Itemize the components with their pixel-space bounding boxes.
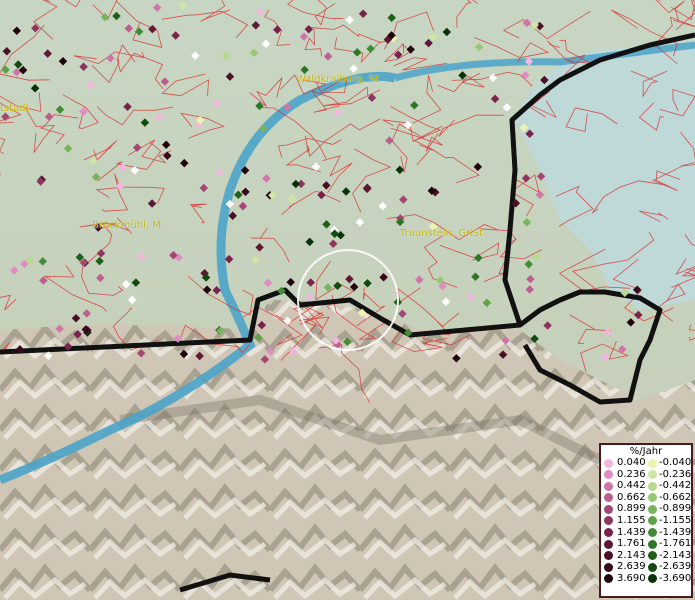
legend-row: 0.040 -0.040 — [601, 457, 691, 469]
map-legend: %/Jahr 0.040 -0.040 0.236 -0.236 0.442 -0.442… — [599, 443, 693, 598]
legend-value-negative: -1.155 — [659, 514, 692, 526]
legend-swatch-negative — [648, 539, 657, 549]
legend-swatch-negative — [648, 481, 657, 491]
legend-swatch-negative — [648, 470, 657, 480]
legend-swatch-negative — [648, 516, 657, 526]
legend-row: 2.143 -2.143 — [601, 550, 691, 562]
map-view[interactable]: Waldkraiburg, St Bruckmühl, M Traunstein… — [0, 0, 695, 600]
legend-swatch-positive — [604, 528, 613, 538]
legend-value-positive: 2.639 — [617, 561, 646, 573]
legend-value-negative: -0.899 — [659, 503, 692, 515]
legend-value-positive: 2.143 — [617, 549, 646, 561]
legend-swatch-positive — [604, 574, 613, 584]
legend-value-positive: 1.155 — [617, 514, 646, 526]
legend-swatch-negative — [648, 528, 657, 538]
legend-swatch-negative — [648, 458, 657, 468]
legend-swatch-positive — [604, 481, 613, 491]
legend-swatch-negative — [648, 493, 657, 503]
legend-value-negative: -0.442 — [659, 480, 692, 492]
legend-swatch-positive — [604, 493, 613, 503]
town-label: Bruckmühl, M — [92, 220, 161, 231]
legend-swatch-negative — [648, 504, 657, 514]
legend-value-positive: 0.236 — [617, 468, 646, 480]
town-label: Traunstein, GKSt — [400, 228, 483, 239]
legend-row: 3.690 -3.690 — [601, 573, 691, 585]
legend-value-negative: -1.761 — [659, 538, 692, 550]
legend-row: 1.155 -1.155 — [601, 515, 691, 527]
legend-value-negative: -0.236 — [659, 468, 692, 480]
legend-value-positive: 0.899 — [617, 503, 646, 515]
legend-value-positive: 1.761 — [617, 538, 646, 550]
legend-value-negative: -3.690 — [659, 572, 692, 584]
legend-swatch-positive — [604, 470, 613, 480]
legend-value-negative: -0.040 — [659, 457, 692, 468]
legend-swatch-negative — [648, 562, 657, 572]
legend-swatch-negative — [648, 574, 657, 584]
legend-swatch-negative — [648, 551, 657, 561]
town-label: tstadt — [0, 103, 30, 114]
legend-swatch-positive — [604, 539, 613, 549]
legend-value-negative: -1.439 — [659, 526, 692, 538]
legend-row: 2.639 -2.639 — [601, 561, 691, 573]
legend-swatch-positive — [604, 504, 613, 514]
town-label: Waldkraiburg, St — [296, 74, 379, 85]
map-canvas[interactable] — [0, 0, 695, 600]
legend-row: 0.662 -0.662 — [601, 492, 691, 504]
legend-row: 0.899 -0.899 — [601, 503, 691, 515]
legend-swatch-positive — [604, 562, 613, 572]
legend-value-positive: 0.442 — [617, 480, 646, 492]
legend-row: 0.236 -0.236 — [601, 469, 691, 481]
legend-row: 1.439 -1.439 — [601, 527, 691, 539]
legend-value-positive: 3.690 — [617, 572, 646, 584]
legend-row: 1.761 -1.761 — [601, 538, 691, 550]
legend-value-positive: 0.662 — [617, 491, 646, 503]
legend-swatch-positive — [604, 551, 613, 561]
legend-swatch-positive — [604, 516, 613, 526]
legend-value-positive: 1.439 — [617, 526, 646, 538]
legend-value-positive: 0.040 — [617, 457, 646, 468]
legend-row: 0.442 -0.442 — [601, 480, 691, 492]
legend-value-negative: -2.143 — [659, 549, 692, 561]
legend-value-negative: -0.662 — [659, 491, 692, 503]
legend-value-negative: -2.639 — [659, 561, 692, 573]
legend-title: %/Jahr — [629, 446, 663, 457]
legend-swatch-positive — [604, 458, 613, 468]
